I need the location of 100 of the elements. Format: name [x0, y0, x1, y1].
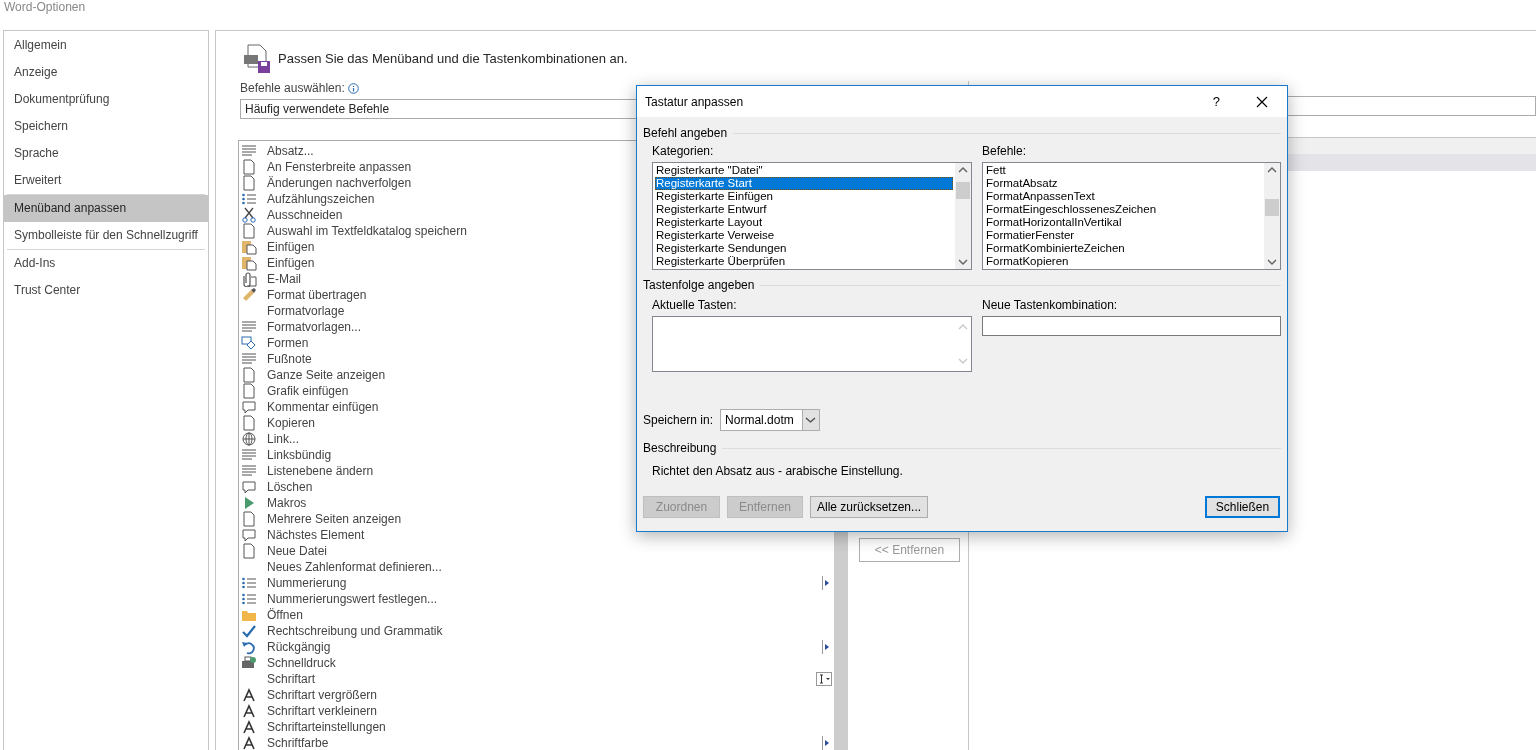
list-item[interactable]: Fußnote	[267, 351, 312, 367]
list-item[interactable]: E-Mail	[267, 271, 301, 287]
list-item[interactable]: Registerkarte Verweise	[655, 229, 953, 242]
sidebar-item[interactable]: Trust Center	[4, 277, 208, 304]
section-heading: Befehl angeben	[643, 125, 728, 142]
dialog-button[interactable]: Schließen	[1205, 496, 1280, 518]
list-item[interactable]: Registerkarte Layout	[655, 216, 953, 229]
list-item[interactable]: Aufzählungszeichen	[267, 191, 375, 207]
check-icon	[241, 623, 257, 639]
list-item[interactable]: Absatz...	[267, 143, 314, 159]
list-item[interactable]: Mehrere Seiten anzeigen	[267, 511, 402, 527]
lines-icon	[241, 351, 257, 367]
page-icon	[241, 383, 257, 399]
sidebar-item[interactable]: Allgemein	[4, 32, 208, 59]
list-box[interactable]: Fett FormatAbsatz FormatAnpassenText FormatEingeschlossenesZeichen FormatHorizontalInVertikal FormatierFenster FormatKombinierteZeichen FormatKopieren	[982, 162, 1281, 270]
font-field-icon	[816, 672, 832, 686]
clipboard-icon	[241, 239, 257, 255]
input-field[interactable]	[982, 316, 1281, 336]
list-box[interactable]: Registerkarte "Datei" Registerkarte Start Registerkarte Einfügen Registerkarte Entwurf Registerkarte Layout Registerkarte Verweise Registerkarte Sendungen Registerkarte Überprüfen	[652, 162, 972, 270]
list-item[interactable]: FormatHorizontalInVertikal	[985, 216, 1262, 229]
sidebar-item[interactable]: Add-Ins	[4, 250, 208, 277]
list-item[interactable]: Registerkarte Überprüfen	[655, 255, 953, 268]
list-item[interactable]: Registerkarte "Datei"	[655, 164, 953, 177]
list-item[interactable]: FormatAbsatz	[985, 177, 1262, 190]
lines-icon	[241, 447, 257, 463]
list-item[interactable]: Listenebene ändern	[267, 463, 374, 479]
list-item[interactable]: FormatKombinierteZeichen	[985, 242, 1262, 255]
list-item[interactable]: FormatKopieren	[985, 255, 1262, 268]
list-item[interactable]: Nummerierung	[267, 575, 347, 591]
field-label: Neue Tastenkombination:	[982, 298, 1119, 313]
globe-icon	[241, 431, 257, 447]
sidebar-item[interactable]: Sprache	[4, 140, 208, 167]
page-icon	[241, 223, 257, 239]
list-item[interactable]: Auswahl im Textfeldkatalog speichern	[267, 223, 467, 239]
field-label: Aktuelle Tasten:	[652, 298, 738, 313]
list-icon	[241, 191, 257, 207]
sidebar-item[interactable]: Speichern	[4, 113, 208, 140]
list-item[interactable]: Einfügen	[267, 255, 315, 271]
list-item[interactable]: Schnelldruck	[267, 655, 336, 671]
list-item[interactable]: Formatvorlage	[267, 303, 345, 319]
list-item[interactable]: Fett	[985, 164, 1262, 177]
list-item[interactable]: Öffnen	[267, 607, 303, 623]
list-item[interactable]: Neue Datei	[267, 543, 328, 559]
lines-icon	[241, 463, 257, 479]
list-item[interactable]: Kopieren	[267, 415, 316, 431]
list-item[interactable]: Registerkarte Start	[655, 177, 953, 190]
list-item[interactable]: Neues Zahlenformat definieren...	[267, 559, 442, 575]
list-item[interactable]: Makros	[267, 495, 307, 511]
list-item[interactable]: Ausschneiden	[267, 207, 343, 223]
sidebar-item[interactable]: Symbolleiste für den Schnellzugriff	[4, 222, 208, 249]
list-item[interactable]: Kommentar einfügen	[267, 399, 379, 415]
lines-icon	[241, 143, 257, 159]
list-item[interactable]: Schriftfarbe	[267, 735, 329, 750]
list-item[interactable]: Schriftart vergrößern	[267, 687, 378, 703]
list-icon	[241, 575, 257, 591]
list-item[interactable]: FormatierFenster	[985, 229, 1262, 242]
expand-arrow-icon	[822, 640, 830, 654]
help-button[interactable]: ?	[1212, 91, 1220, 112]
paperclip-icon	[241, 271, 257, 287]
list-item[interactable]: An Fensterbreite anpassen	[267, 159, 412, 175]
speech-bubble-icon	[241, 399, 257, 415]
list-item[interactable]: Einfügen	[267, 239, 315, 255]
list-item[interactable]: Rechtschreibung und Grammatik	[267, 623, 443, 639]
list-item[interactable]: Rückgängig	[267, 639, 331, 655]
list-item[interactable]: Änderungen nachverfolgen	[267, 175, 412, 191]
list-item[interactable]: Format übertragen	[267, 287, 367, 303]
list-item[interactable]: Nummerierungswert festlegen...	[267, 591, 438, 607]
shapes-icon	[241, 335, 257, 351]
list-item[interactable]: Linksbündig	[267, 447, 332, 463]
brush-icon	[241, 287, 257, 303]
list-item[interactable]: Schriftart verkleinern	[267, 703, 378, 719]
close-icon[interactable]	[1256, 95, 1268, 108]
list-item[interactable]: Formatvorlagen...	[267, 319, 362, 335]
list-item[interactable]: Schriftarteinstellungen	[267, 719, 386, 735]
speech-bubble-icon	[241, 479, 257, 495]
list-item[interactable]: Registerkarte Einfügen	[655, 190, 953, 203]
sidebar-item[interactable]: Dokumentprüfung	[4, 86, 208, 113]
page-icon	[241, 511, 257, 527]
dropdown-field[interactable]: Normal.dotm	[720, 409, 821, 431]
list-item[interactable]: Registerkarte Entwurf	[655, 203, 953, 216]
expand-arrow-icon	[822, 576, 830, 590]
page-icon	[241, 415, 257, 431]
list-item[interactable]: Nächstes Element	[267, 527, 365, 543]
sidebar-item[interactable]: Erweitert	[4, 167, 208, 194]
list-item[interactable]: Ganze Seite anzeigen	[267, 367, 386, 383]
list-item[interactable]: Registerkarte Sendungen	[655, 242, 953, 255]
list-item[interactable]: FormatEingeschlossenesZeichen	[985, 203, 1262, 216]
sidebar-item[interactable]: Anzeige	[4, 59, 208, 86]
dialog-button[interactable]: Alle zurücksetzen...	[810, 496, 929, 518]
field-label: Kategorien:	[652, 144, 715, 159]
page-icon	[241, 159, 257, 175]
list-box[interactable]	[652, 316, 972, 372]
list-item[interactable]: Link...	[267, 431, 299, 447]
list-item[interactable]: Löschen	[267, 479, 313, 495]
sidebar-item[interactable]: Menüband anpassen	[4, 195, 208, 222]
list-item[interactable]: FormatAnpassenText	[985, 190, 1262, 203]
list-item[interactable]: Grafik einfügen	[267, 383, 349, 399]
page-icon	[241, 367, 257, 383]
list-item[interactable]: Schriftart	[267, 671, 315, 687]
list-item[interactable]: Formen	[267, 335, 309, 351]
